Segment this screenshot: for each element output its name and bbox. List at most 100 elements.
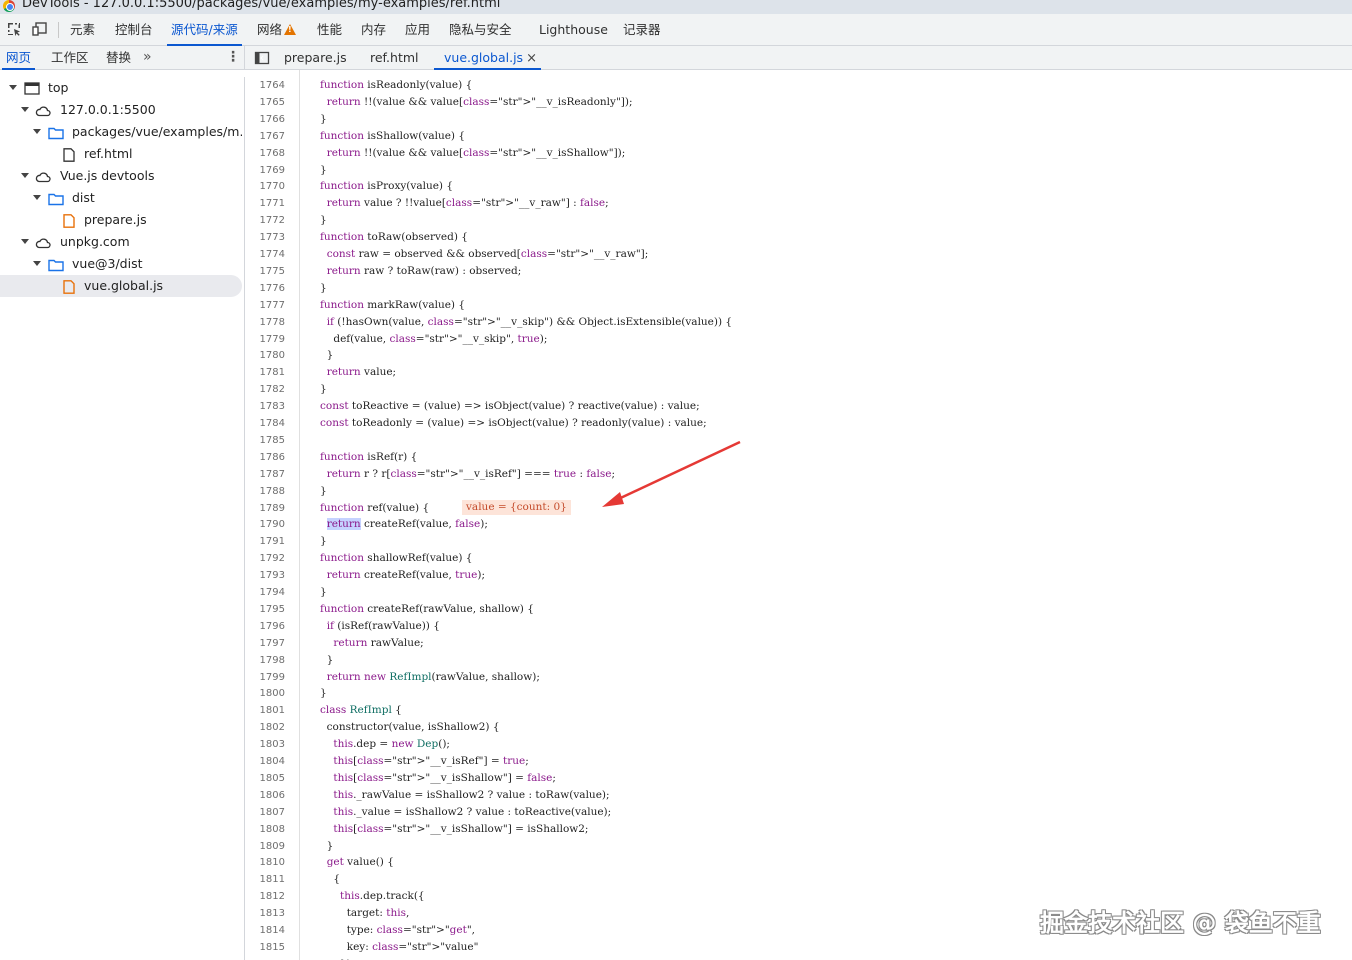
tree-item-vue3-dist-folder[interactable]: vue@3/dist <box>0 253 242 275</box>
nav-tab-workspace[interactable]: 工作区 <box>51 46 89 69</box>
line-number[interactable]: 1771 <box>246 195 285 212</box>
editor-tab-ref-html[interactable]: ref.html <box>370 46 419 70</box>
tree-item-unpkg[interactable]: unpkg.com <box>0 231 242 253</box>
line-number[interactable]: 1810 <box>246 854 285 871</box>
code-line: 1800} <box>246 685 1352 702</box>
tree-item-dist-folder[interactable]: dist <box>0 187 242 209</box>
tree-item-packages-folder[interactable]: packages/vue/examples/m… <box>0 121 242 143</box>
line-number[interactable]: 1780 <box>246 347 285 364</box>
more-tabs-chevron-icon[interactable]: » <box>143 49 152 65</box>
line-number[interactable]: 1786 <box>246 449 285 466</box>
line-number[interactable]: 1802 <box>246 719 285 736</box>
expand-arrow-icon[interactable] <box>21 107 29 112</box>
tree-item-localhost[interactable]: 127.0.0.1:5500 <box>0 99 242 121</box>
line-number[interactable]: 1816 <box>246 956 285 960</box>
tab-elements[interactable]: 元素 <box>70 14 95 46</box>
line-number[interactable]: 1775 <box>246 263 285 280</box>
line-number[interactable]: 1794 <box>246 584 285 601</box>
tree-item-label: ref.html <box>84 146 133 161</box>
line-number[interactable]: 1798 <box>246 652 285 669</box>
tab-application[interactable]: 应用 <box>405 14 430 46</box>
line-number[interactable]: 1788 <box>246 483 285 500</box>
line-number[interactable]: 1772 <box>246 212 285 229</box>
expand-arrow-icon[interactable] <box>21 173 29 178</box>
tab-memory[interactable]: 内存 <box>361 14 386 46</box>
line-number[interactable]: 1804 <box>246 753 285 770</box>
line-number[interactable]: 1800 <box>246 685 285 702</box>
line-number[interactable]: 1777 <box>246 297 285 314</box>
line-number[interactable]: 1812 <box>246 888 285 905</box>
line-number[interactable]: 1784 <box>246 415 285 432</box>
line-number[interactable]: 1783 <box>246 398 285 415</box>
line-number[interactable]: 1801 <box>246 702 285 719</box>
code-text: this._value = isShallow2 ? value : toRea… <box>333 805 612 818</box>
line-number[interactable]: 1806 <box>246 787 285 804</box>
tab-privacy-security[interactable]: 隐私与安全 <box>449 14 512 46</box>
line-number[interactable]: 1808 <box>246 821 285 838</box>
line-number[interactable]: 1813 <box>246 905 285 922</box>
tab-network[interactable]: 网络 <box>257 14 297 46</box>
line-number[interactable]: 1774 <box>246 246 285 263</box>
line-number[interactable]: 1765 <box>246 94 285 111</box>
line-number[interactable]: 1805 <box>246 770 285 787</box>
line-number[interactable]: 1814 <box>246 922 285 939</box>
line-number[interactable]: 1789 <box>246 500 285 517</box>
line-number[interactable]: 1791 <box>246 533 285 550</box>
line-number[interactable]: 1796 <box>246 618 285 635</box>
nav-tab-overrides[interactable]: 替换 <box>106 46 131 69</box>
line-number[interactable]: 1793 <box>246 567 285 584</box>
tab-performance[interactable]: 性能 <box>317 14 342 46</box>
more-options-icon[interactable]: ⋮ <box>226 49 240 65</box>
line-number[interactable]: 1778 <box>246 314 285 331</box>
nav-tab-page[interactable]: 网页 <box>1 46 36 70</box>
tree-item-top[interactable]: top <box>0 77 242 99</box>
tab-lighthouse[interactable]: Lighthouse <box>539 14 608 46</box>
line-number[interactable]: 1767 <box>246 128 285 145</box>
inspect-element-icon[interactable] <box>6 21 22 37</box>
line-number[interactable]: 1815 <box>246 939 285 956</box>
line-number[interactable]: 1764 <box>246 77 285 94</box>
tab-console[interactable]: 控制台 <box>115 14 153 46</box>
line-number[interactable]: 1790 <box>246 516 285 533</box>
line-number[interactable]: 1770 <box>246 178 285 195</box>
editor-tab-vue-global-js[interactable]: vue.global.js × <box>434 46 541 70</box>
line-number[interactable]: 1787 <box>246 466 285 483</box>
expand-arrow-icon[interactable] <box>21 239 29 244</box>
expand-arrow-icon[interactable] <box>33 195 41 200</box>
expand-arrow-icon[interactable] <box>9 85 17 90</box>
line-number[interactable]: 1811 <box>246 871 285 888</box>
line-number[interactable]: 1782 <box>246 381 285 398</box>
line-number[interactable]: 1773 <box>246 229 285 246</box>
code-text: } <box>320 653 334 666</box>
line-number[interactable]: 1797 <box>246 635 285 652</box>
line-number[interactable]: 1803 <box>246 736 285 753</box>
tab-recorder[interactable]: 记录器 <box>623 14 661 46</box>
tree-item-prepare-js[interactable]: prepare.js <box>0 209 242 231</box>
close-tab-icon[interactable]: × <box>526 51 537 66</box>
device-toolbar-icon[interactable] <box>32 21 48 37</box>
tree-item-vue-global-js[interactable]: vue.global.js <box>0 275 242 297</box>
expand-arrow-icon[interactable] <box>33 129 41 134</box>
code-line: 1798 } <box>246 652 1352 669</box>
line-number[interactable]: 1809 <box>246 838 285 855</box>
line-number[interactable]: 1807 <box>246 804 285 821</box>
line-number[interactable]: 1781 <box>246 364 285 381</box>
line-number[interactable]: 1792 <box>246 550 285 567</box>
line-number[interactable]: 1799 <box>246 669 285 686</box>
code-editor[interactable]: 1764 function isReadonly(value) {1765 ret… <box>246 70 1352 960</box>
editor-tab-prepare-js[interactable]: prepare.js <box>284 46 347 70</box>
line-number[interactable]: 1768 <box>246 145 285 162</box>
expand-arrow-icon[interactable] <box>33 261 41 266</box>
line-number[interactable]: 1795 <box>246 601 285 618</box>
tree-item-ref-html[interactable]: ref.html <box>0 143 242 165</box>
tab-sources[interactable]: 源代码/来源 <box>167 14 242 46</box>
line-number[interactable]: 1776 <box>246 280 285 297</box>
code-line: 1771 return value ? !!value[class="str">… <box>246 195 1352 212</box>
line-number[interactable]: 1769 <box>246 162 285 179</box>
code-text: } <box>320 535 327 548</box>
line-number[interactable]: 1779 <box>246 331 285 348</box>
toggle-navigator-icon[interactable] <box>254 50 270 66</box>
tree-item-vue-devtools[interactable]: Vue.js devtools <box>0 165 242 187</box>
line-number[interactable]: 1766 <box>246 111 285 128</box>
line-number[interactable]: 1785 <box>246 432 285 449</box>
